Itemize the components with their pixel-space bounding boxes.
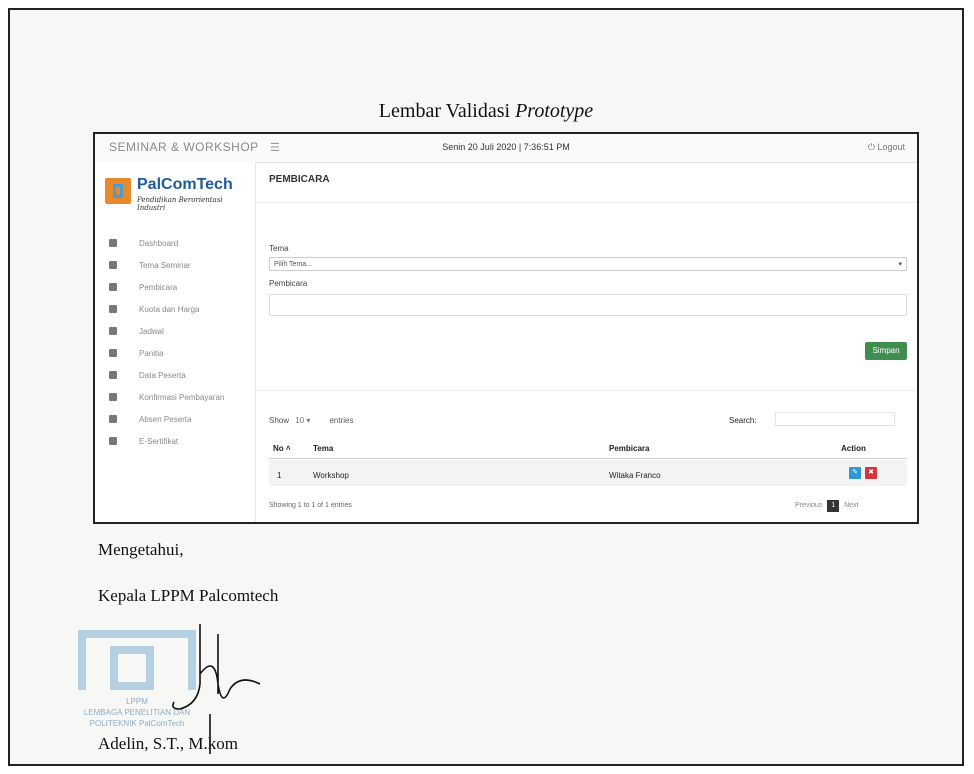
column-header-pembicara[interactable]: Pembicara	[609, 444, 649, 453]
table-icon	[109, 371, 117, 379]
edit-icon[interactable]: ✎	[849, 467, 861, 479]
sidebar-item-pembicara[interactable]: Pembicara	[95, 278, 255, 300]
handwritten-signature	[172, 624, 261, 754]
pembicara-label: Pembicara	[269, 279, 308, 288]
table-icon	[109, 393, 117, 401]
tema-select[interactable]: Pilih Tema... ▾	[269, 257, 907, 271]
sidebar-item-label: Tema Seminar	[139, 261, 191, 270]
entries-label: entries	[329, 416, 354, 425]
sidebar-item-label: Jadwal	[139, 327, 164, 336]
cell-no: 1	[277, 471, 282, 480]
logo-name: PalComTech	[137, 176, 233, 193]
page-title: PEMBICARA	[269, 174, 330, 185]
calendar-icon	[109, 261, 117, 269]
document-title: Lembar Validasi Prototype	[10, 100, 962, 123]
delete-icon[interactable]: ✖	[865, 467, 877, 479]
logout-label: Logout	[877, 142, 905, 152]
dashboard-icon	[109, 239, 117, 247]
sidebar-item-label: Absen Peserta	[139, 415, 192, 424]
table-icon	[109, 305, 117, 313]
divider	[255, 202, 917, 203]
print-icon	[109, 437, 117, 445]
search-label: Search:	[729, 416, 757, 425]
header-divider	[269, 458, 907, 459]
sidebar-item-sertifikat[interactable]: E-Sertifikat	[95, 432, 255, 454]
document-page: Lembar Validasi Prototype SEMINAR & WORK…	[8, 8, 964, 766]
title-italic: Prototype	[515, 100, 594, 122]
show-label: Show	[269, 416, 290, 425]
stamp-inner	[110, 646, 154, 690]
prototype-screenshot: SEMINAR & WORKSHOP ☰ Senin 20 Juli 2020 …	[93, 132, 919, 524]
entries-select[interactable]: 10 ▾	[295, 416, 323, 425]
logo-mark-icon	[105, 178, 131, 204]
sidebar: PalComTech Pendidikan Berorientasi Indus…	[95, 162, 256, 522]
divider	[255, 390, 917, 391]
sidebar-item-panitia[interactable]: Panitia	[95, 344, 255, 366]
logo: PalComTech Pendidikan Berorientasi Indus…	[105, 176, 245, 216]
sidebar-item-label: Konfirmasi Pembayaran	[139, 393, 225, 402]
top-bar: SEMINAR & WORKSHOP ☰ Senin 20 Juli 2020 …	[95, 134, 917, 163]
pembicara-input[interactable]	[269, 294, 907, 316]
table-info: Showing 1 to 1 of 1 entries	[269, 502, 352, 509]
table-icon	[109, 349, 117, 357]
logo-tagline: Pendidikan Berorientasi Industri	[137, 196, 223, 212]
cell-tema: Workshop	[313, 471, 349, 480]
entries-select-value: 10	[295, 416, 305, 425]
entries-length-control: Show 10 ▾ entries	[269, 416, 354, 425]
chevron-down-icon: ▾	[898, 261, 902, 268]
table-icon	[109, 327, 117, 335]
table-icon	[109, 415, 117, 423]
column-header-tema[interactable]: Tema	[313, 444, 333, 453]
column-header-no[interactable]: No ˄	[273, 444, 291, 453]
sidebar-item-dashboard[interactable]: Dashboard	[95, 234, 255, 256]
calendar-icon	[109, 283, 117, 291]
sidebar-item-label: Data Peserta	[139, 371, 186, 380]
sidebar-item-jadwal[interactable]: Jadwal	[95, 322, 255, 344]
tema-select-value: Pilih Tema...	[274, 261, 312, 268]
sidebar-item-label: E-Sertifikat	[139, 437, 179, 446]
cell-pembicara: Witaka Franco	[609, 471, 661, 480]
next-button[interactable]: Next	[844, 502, 858, 509]
position-label: Kepala LPPM Palcomtech	[98, 586, 279, 605]
sidebar-item-tema-seminar[interactable]: Tema Seminar	[95, 256, 255, 278]
sidebar-item-data-peserta[interactable]: Data Peserta	[95, 366, 255, 388]
sidebar-nav: Dashboard Tema Seminar Pembicara Kuota d…	[95, 234, 255, 454]
sidebar-item-label: Panitia	[139, 349, 164, 358]
save-button[interactable]: Simpan	[865, 342, 907, 360]
sidebar-item-label: Kuota dan Harga	[139, 305, 200, 314]
search-input[interactable]	[775, 412, 895, 426]
title-main: Lembar Validasi	[378, 100, 516, 122]
sidebar-item-absen[interactable]: Absen Peserta	[95, 410, 255, 432]
column-header-action: Action	[841, 444, 866, 453]
sidebar-item-label: Dashboard	[139, 239, 179, 248]
logout-link[interactable]: ⏻ Logout	[868, 142, 905, 153]
sidebar-item-konfirmasi[interactable]: Konfirmasi Pembayaran	[95, 388, 255, 410]
tema-label: Tema	[269, 244, 289, 253]
table-row	[269, 460, 907, 486]
main-content: PEMBICARA Tema Pilih Tema... ▾ Pembicara…	[255, 162, 917, 522]
signer-name: Adelin, S.T., M.kom	[98, 734, 238, 753]
sidebar-item-label: Pembicara	[139, 283, 178, 292]
datetime: Senin 20 Juli 2020 | 7:36:51 PM	[442, 142, 570, 152]
sidebar-item-kuota[interactable]: Kuota dan Harga	[95, 300, 255, 322]
known-label: Mengetahui,	[98, 540, 184, 559]
page-button[interactable]: 1	[827, 500, 840, 512]
pagination: Previous 1 Next	[795, 500, 859, 512]
previous-button[interactable]: Previous	[795, 502, 822, 509]
